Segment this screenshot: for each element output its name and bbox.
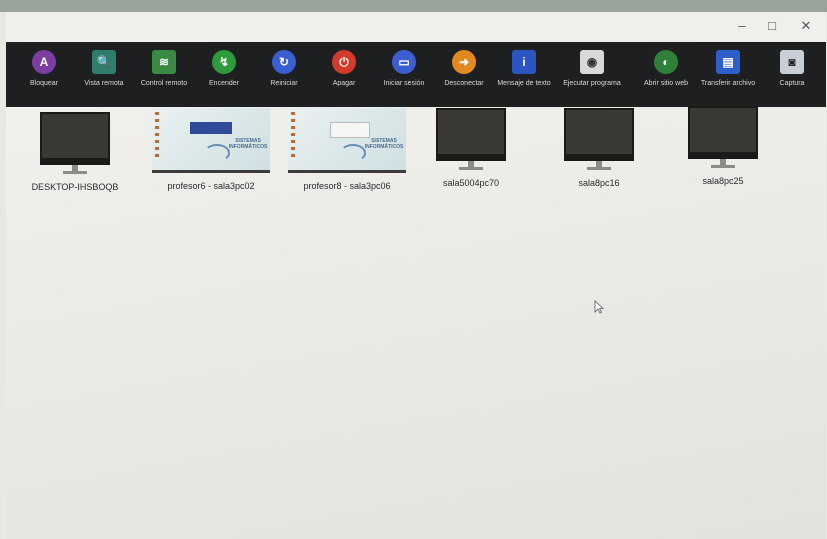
toolbar: A Bloquear 🔍 Vista remota ≋ Control remo…	[6, 42, 826, 107]
toolbar-run-program-button[interactable]: ◉ Ejecutar programa	[560, 46, 624, 87]
toolbar-label: Reiniciar	[270, 80, 298, 87]
title-bar: – □ ✕	[6, 12, 826, 40]
toolbar-power-on-button[interactable]: ↯ Encender	[192, 46, 256, 87]
toolbar-label: Control remoto	[140, 80, 188, 87]
minimize-button[interactable]: –	[734, 18, 750, 34]
computer-name: sala8pc16	[578, 178, 620, 188]
message-icon: i	[512, 50, 536, 74]
toolbar-power-off-button[interactable]: ⏻ Apagar	[312, 46, 376, 87]
brand-text: SISTEMAS INFORMÁTICOS	[228, 138, 268, 150]
computer-name: profesor6 - sala3pc02	[167, 181, 255, 191]
toolbar-remote-control-button[interactable]: ≋ Control remoto	[132, 46, 196, 87]
power-on-icon: ↯	[212, 50, 236, 74]
computer-tile[interactable]: DESKTOP-IHSBOQB	[30, 112, 120, 192]
toolbar-restart-button[interactable]: ↻ Reiniciar	[252, 46, 316, 87]
close-button[interactable]: ✕	[798, 18, 814, 34]
toolbar-label: Desconectar	[444, 80, 484, 87]
toolbar-label: Vista remota	[84, 80, 124, 87]
toolbar-label: Bloquear	[29, 80, 59, 87]
desktop-icons	[155, 112, 159, 160]
computer-tile[interactable]: sala8pc25	[678, 106, 768, 186]
monitor-base	[459, 167, 483, 170]
lock-icon: A	[32, 50, 56, 74]
toolbar-remote-view-button[interactable]: 🔍 Vista remota	[72, 46, 136, 87]
monitor-icon	[564, 108, 634, 161]
toolbar-file-transfer-button[interactable]: ▤ Transferir archivo	[696, 46, 760, 87]
wifi-icon: ≋	[152, 50, 176, 74]
toolbar-open-website-button[interactable]: ◐ Abrir sitio web	[634, 46, 698, 87]
monitor-base	[711, 165, 735, 168]
toolbar-label: Apagar	[332, 80, 356, 87]
computer-tile[interactable]: SISTEMAS INFORMÁTICOS profesor6 - sala3p…	[146, 108, 276, 191]
toolbar-label: Transferir archivo	[700, 80, 756, 87]
toolbar-label: Abrir sitio web	[644, 80, 688, 87]
computer-tile[interactable]: sala5004pc70	[426, 108, 516, 188]
dialog-thumbnail	[330, 122, 370, 138]
toolbar-label: Encender	[209, 80, 239, 87]
login-icon: ▭	[392, 50, 416, 74]
power-off-icon: ⏻	[332, 50, 356, 74]
logout-icon: ➜	[452, 50, 476, 74]
toolbar-login-button[interactable]: ▭ Iniciar sesión	[372, 46, 436, 87]
monitor-base	[587, 167, 611, 170]
globe-icon: ◐	[654, 50, 678, 74]
toolbar-lock-button[interactable]: A Bloquear	[12, 46, 76, 87]
toolbar-capture-button[interactable]: ◙ Captura	[760, 46, 824, 87]
monitor-icon	[436, 108, 506, 161]
remote-view-icon: 🔍	[92, 50, 116, 74]
monitor-icon	[688, 106, 758, 159]
computer-tile[interactable]: SISTEMAS INFORMÁTICOS profesor8 - sala3p…	[282, 108, 412, 191]
computer-tile[interactable]: sala8pc16	[554, 108, 644, 188]
computer-name: sala8pc25	[702, 176, 744, 186]
file-transfer-icon: ▤	[716, 50, 740, 74]
toolbar-message-button[interactable]: i Mensaje de texto	[492, 46, 556, 87]
computer-name: sala5004pc70	[442, 178, 500, 188]
brand-text: SISTEMAS INFORMÁTICOS	[364, 138, 404, 150]
mouse-cursor-icon	[594, 300, 604, 314]
monitor-icon	[40, 112, 110, 165]
window-thumbnail	[190, 122, 232, 134]
screen-thumbnail: SISTEMAS INFORMÁTICOS	[152, 108, 270, 173]
computer-name: DESKTOP-IHSBOQB	[31, 182, 119, 192]
main-window: – □ ✕ A Bloquear 🔍 Vista remota ≋ Contro…	[6, 12, 826, 539]
toolbar-label: Ejecutar programa	[563, 80, 621, 87]
desktop-icons	[291, 112, 295, 160]
maximize-button[interactable]: □	[764, 18, 780, 34]
toolbar-label: Iniciar sesión	[383, 80, 425, 87]
computer-name: profesor8 - sala3pc06	[303, 181, 391, 191]
screen-thumbnail: SISTEMAS INFORMÁTICOS	[288, 108, 406, 173]
toolbar-label: Captura	[779, 80, 805, 87]
monitor-base	[63, 171, 87, 174]
toolbar-label: Mensaje de texto	[497, 80, 551, 87]
toolbar-logout-button[interactable]: ➜ Desconectar	[432, 46, 496, 87]
restart-icon: ↻	[272, 50, 296, 74]
run-program-icon: ◉	[580, 50, 604, 74]
capture-icon: ◙	[780, 50, 804, 74]
